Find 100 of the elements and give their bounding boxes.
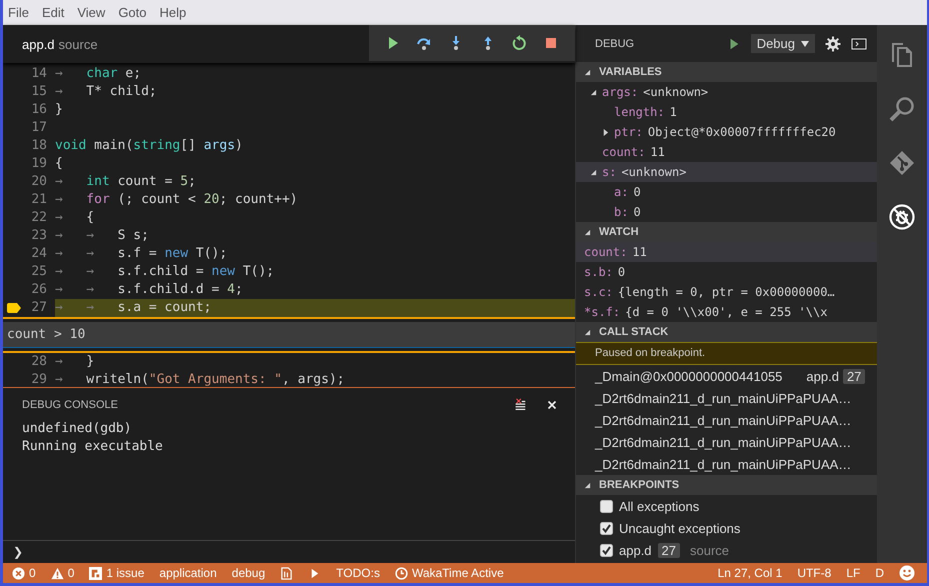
menu-item[interactable]: File xyxy=(8,5,29,20)
variable-name: length: xyxy=(614,105,665,119)
variable-name: count: xyxy=(602,145,646,159)
status-item[interactable]: WakaTime Active xyxy=(412,566,504,580)
checkbox[interactable] xyxy=(600,544,613,556)
sidebar-title: DEBUG xyxy=(595,38,636,50)
breakpoint-label: app.d xyxy=(619,542,652,558)
line-number: 20 xyxy=(31,173,47,191)
line-number: 16 xyxy=(31,101,47,119)
stack-frame[interactable]: _Dmain@0x0000000000441055 xyxy=(595,368,782,384)
variable-row[interactable]: b: 0 xyxy=(576,202,877,222)
section-header[interactable]: BREAKPOINTS xyxy=(576,475,877,495)
variable-row[interactable]: args: <unknown> xyxy=(576,82,877,102)
variable-row[interactable]: ptr: Object@*0x00007fffffffec20 xyxy=(576,122,877,142)
expand-triangle-icon[interactable] xyxy=(590,88,597,96)
variable-row[interactable]: count: 11 xyxy=(576,142,877,162)
caret-icon[interactable] xyxy=(801,40,809,46)
status-item[interactable]: UTF-8 xyxy=(797,566,832,580)
expand-triangle-icon[interactable] xyxy=(602,128,609,136)
error-count[interactable]: 0 xyxy=(29,566,36,580)
line-number: 23 xyxy=(31,227,47,245)
checkbox[interactable] xyxy=(600,500,613,512)
status-item[interactable]: 1 issue xyxy=(106,566,144,580)
variable-value: <unknown> xyxy=(643,85,708,99)
search-icon[interactable] xyxy=(888,95,916,123)
variable-row[interactable]: length: 1 xyxy=(576,102,877,122)
breakpoint-detail: source xyxy=(690,542,730,558)
terminal-icon[interactable] xyxy=(851,36,867,52)
expand-triangle-icon[interactable] xyxy=(584,228,591,236)
line-number: 25 xyxy=(31,263,47,281)
status-item[interactable]: D xyxy=(875,566,884,580)
expand-triangle-icon[interactable] xyxy=(590,168,597,176)
settings-icon[interactable] xyxy=(825,36,841,52)
expand-triangle-icon[interactable] xyxy=(584,482,591,488)
status-item[interactable]: LF xyxy=(846,566,860,580)
menu-item[interactable]: Edit xyxy=(42,5,64,20)
variable-value: 0 xyxy=(633,185,641,199)
menu-item[interactable]: Help xyxy=(160,5,186,20)
section-title: WATCH xyxy=(599,226,639,238)
code-line: → int count = 5; xyxy=(55,173,197,191)
line-number: 26 xyxy=(31,281,47,299)
warning-count[interactable]: 0 xyxy=(68,566,74,580)
section-header[interactable]: VARIABLES xyxy=(576,62,877,82)
status-item[interactable]: Ln 27, Col 1 xyxy=(718,566,782,580)
smiley-icon[interactable] xyxy=(899,565,915,581)
watch-row[interactable]: s.b: 0 xyxy=(576,262,877,282)
code-line: → T* child; xyxy=(55,83,158,101)
breakpoint-icon[interactable] xyxy=(6,303,22,313)
clock-icon[interactable] xyxy=(394,566,408,580)
stack-frame[interactable]: _D2rt6dmain211_d_run_mainUiPPaPUAA… xyxy=(595,412,852,428)
line-number: 22 xyxy=(31,209,47,227)
code-line: → → S s; xyxy=(55,227,150,245)
code-line: → writeln("Got Arguments: ", args); xyxy=(55,371,346,389)
line-number: 18 xyxy=(31,137,47,155)
status-item[interactable]: application xyxy=(159,566,217,580)
configuration-dropdown[interactable]: Debug xyxy=(750,34,815,53)
section-title: BREAKPOINTS xyxy=(599,479,680,491)
variable-name: b: xyxy=(614,205,628,219)
stack-frame[interactable]: _D2rt6dmain211_d_run_mainUiPPaPUAA… xyxy=(595,390,852,406)
restart-icon[interactable] xyxy=(511,35,528,51)
document-icon[interactable] xyxy=(280,566,294,580)
watch-expression: count: xyxy=(584,245,628,259)
status-item[interactable]: TODO:s xyxy=(336,566,380,580)
watch-row[interactable]: count: 11 xyxy=(576,242,877,262)
console-output-line: Running executable xyxy=(22,438,164,456)
watch-value: {length = 0, ptr = 0x00000000… xyxy=(618,285,835,299)
clear-console-icon[interactable] xyxy=(513,398,527,412)
variable-value: <unknown> xyxy=(621,165,686,179)
variable-value: Object@*0x00007fffffffec20 xyxy=(648,125,836,139)
stack-frame[interactable]: _D2rt6dmain211_d_run_mainUiPPaPUAA… xyxy=(595,456,852,472)
stack-frame[interactable]: _D2rt6dmain211_d_run_mainUiPPaPUAA… xyxy=(595,434,852,450)
editor-tab[interactable]: app.d source xyxy=(3,36,98,52)
console-prompt: ❯ xyxy=(13,545,23,559)
condition-field[interactable]: count > 10 xyxy=(3,322,575,348)
frame-file: app.d xyxy=(806,368,839,384)
watch-row[interactable]: s.c: {length = 0, ptr = 0x00000000… xyxy=(576,282,877,302)
issues-icon[interactable] xyxy=(89,566,102,580)
variable-row[interactable]: s: <unknown> xyxy=(576,162,877,182)
menu-item[interactable]: View xyxy=(77,5,106,20)
section-header[interactable]: WATCH xyxy=(576,222,877,242)
line-badge: 27 xyxy=(658,542,680,558)
expand-triangle-icon[interactable] xyxy=(584,68,591,76)
git-icon[interactable] xyxy=(888,149,916,177)
code-line: void main(string[] args) xyxy=(55,137,244,155)
watch-value: {d = 0 '\\x00', e = 255 '\\x xyxy=(625,305,828,319)
breakpoint-label: Uncaught exceptions xyxy=(619,520,740,536)
error-icon[interactable] xyxy=(12,566,25,580)
close-icon[interactable] xyxy=(545,398,559,412)
watch-row[interactable]: *s.f: {d = 0 '\\x00', e = 255 '\\x xyxy=(576,302,877,322)
debug-icon[interactable] xyxy=(888,203,916,231)
variable-row[interactable]: a: 0 xyxy=(576,182,877,202)
code-line: → for (; count < 20; count++) xyxy=(55,191,299,209)
line-number: 19 xyxy=(31,155,47,173)
menu-item[interactable]: Goto xyxy=(118,5,146,20)
expand-triangle-icon[interactable] xyxy=(584,328,591,336)
checkbox[interactable] xyxy=(600,522,613,534)
warning-icon[interactable] xyxy=(50,566,64,580)
section-header[interactable]: CALL STACK xyxy=(576,322,877,342)
status-item[interactable]: debug xyxy=(232,566,266,580)
watch-value: 11 xyxy=(632,245,647,259)
